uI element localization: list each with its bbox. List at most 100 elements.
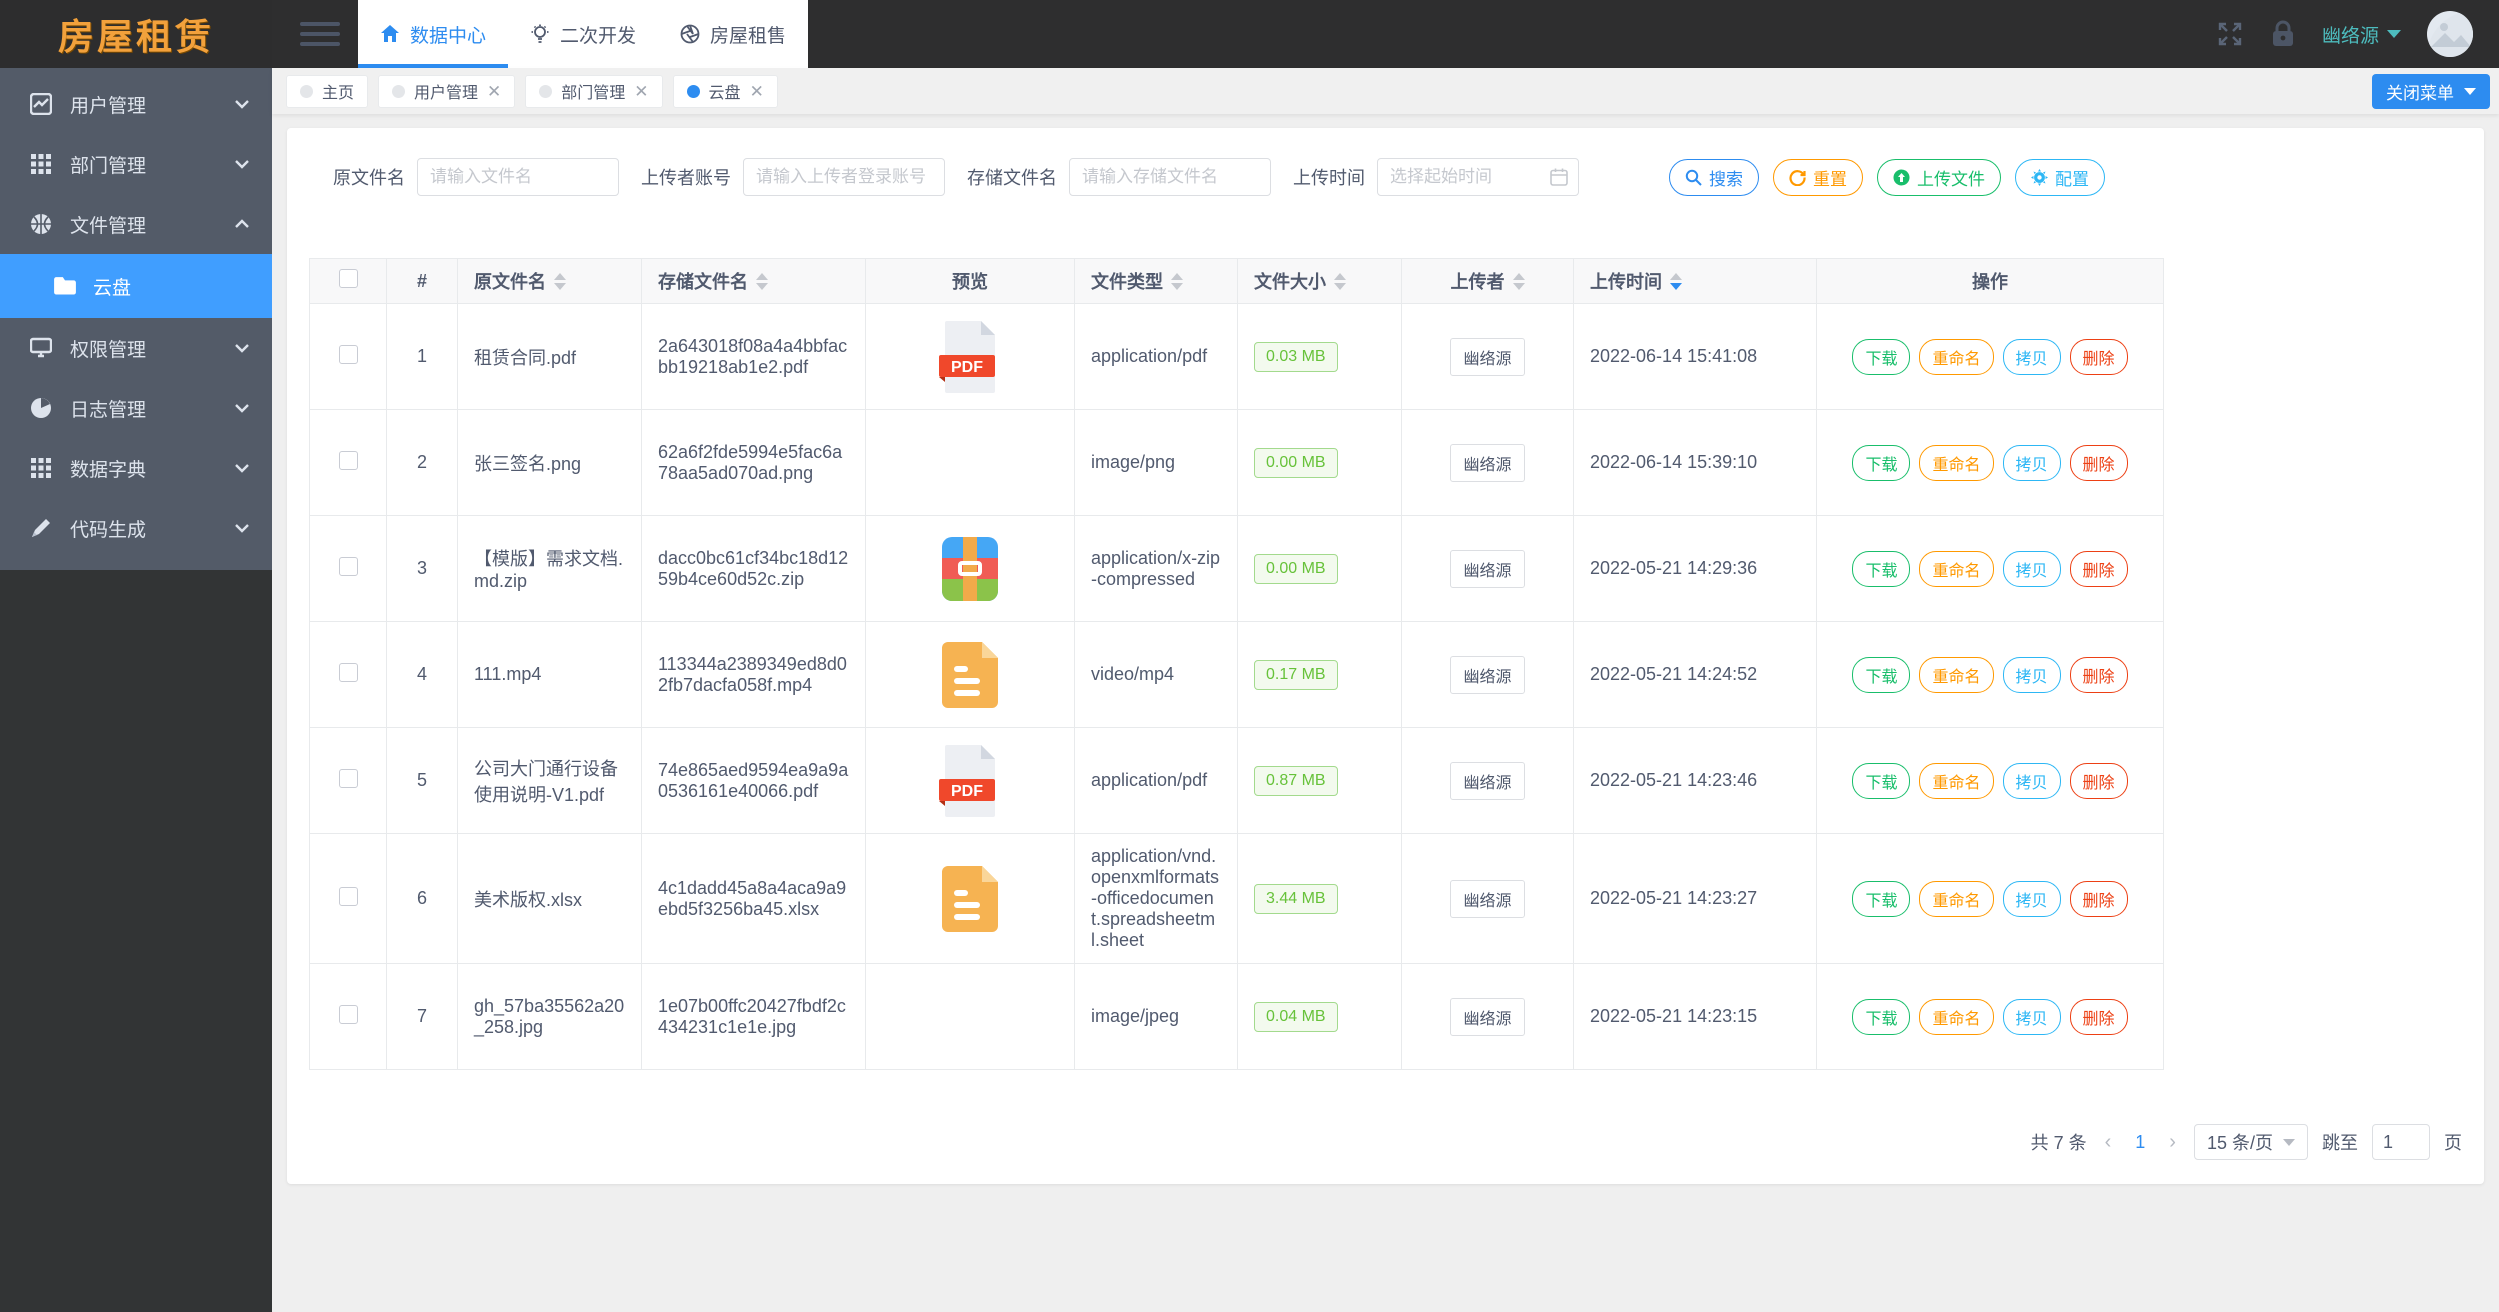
column-header-文件类型[interactable]: 文件类型 [1074, 258, 1238, 304]
sidebar-item-部门管理[interactable]: 部门管理 [0, 134, 272, 194]
page-tab-用户管理[interactable]: 用户管理 ✕ [378, 74, 516, 108]
action-button-下载[interactable]: 下载 [1852, 762, 1911, 799]
close-menu-button[interactable]: 关闭菜单 [2372, 74, 2490, 109]
action-button-删除[interactable]: 删除 [2069, 656, 2128, 693]
sidebar-empty-area [0, 570, 272, 1312]
action-button-重命名[interactable]: 重命名 [1919, 656, 1994, 693]
column-header-label: # [416, 270, 427, 291]
action-button-下载[interactable]: 下载 [1852, 444, 1911, 481]
row-checkbox[interactable] [338, 556, 358, 576]
row-checkbox[interactable] [338, 662, 358, 682]
sidebar-subitem-云盘[interactable]: 云盘 [0, 254, 272, 318]
column-header-label: 操作 [1972, 272, 2008, 292]
prev-page-button[interactable]: ‹ [2101, 1131, 2116, 1154]
lock-icon[interactable] [2270, 20, 2296, 48]
user-menu[interactable]: 幽络源 [2322, 21, 2401, 48]
monitor-icon [28, 335, 54, 361]
column-header-#[interactable]: # [386, 258, 458, 304]
top-nav-tab-数据中心[interactable]: 数据中心 [358, 0, 508, 68]
next-page-button[interactable]: › [2165, 1131, 2180, 1154]
filter-input[interactable] [1069, 158, 1271, 196]
sidebar-item-日志管理[interactable]: 日志管理 [0, 378, 272, 438]
action-button-删除[interactable]: 删除 [2069, 880, 2128, 917]
filter-field-label: 上传时间 [1293, 168, 1365, 188]
sort-carets-icon[interactable] [1670, 272, 1682, 290]
row-index: 4 [386, 621, 458, 728]
action-button-拷贝[interactable]: 拷贝 [2002, 880, 2061, 917]
sidebar-item-权限管理[interactable]: 权限管理 [0, 318, 272, 378]
action-button-删除[interactable]: 删除 [2069, 762, 2128, 799]
column-header-预览[interactable]: 预览 [865, 258, 1075, 304]
action-button-删除[interactable]: 删除 [2069, 444, 2128, 481]
row-checkbox[interactable] [338, 450, 358, 470]
close-tab-icon[interactable]: ✕ [634, 83, 648, 100]
action-button-下载[interactable]: 下载 [1852, 998, 1911, 1035]
top-nav-tab-二次开发[interactable]: 二次开发 [508, 0, 658, 68]
row-checkbox[interactable] [338, 1004, 358, 1024]
sort-carets-icon[interactable] [1334, 272, 1346, 290]
action-button-重命名[interactable]: 重命名 [1919, 338, 1994, 375]
stored-file-name: 113344a2389349ed8d02fb7dacfa058f.mp4 [641, 621, 866, 728]
sort-carets-icon[interactable] [1512, 272, 1525, 290]
action-button-下载[interactable]: 下载 [1852, 550, 1911, 587]
action-button-拷贝[interactable]: 拷贝 [2002, 444, 2061, 481]
action-button-拷贝[interactable]: 拷贝 [2002, 338, 2061, 375]
column-header-上传者[interactable]: 上传者 [1401, 258, 1574, 304]
fullscreen-icon[interactable] [2216, 20, 2244, 48]
row-checkbox[interactable] [338, 768, 358, 788]
stored-file-name: 1e07b00ffc20427fbdf2c434231c1e1e.jpg [641, 963, 866, 1070]
hamburger-menu-icon[interactable] [300, 22, 340, 46]
column-header-原文件名[interactable]: 原文件名 [457, 258, 642, 304]
page-tab-部门管理[interactable]: 部门管理 ✕ [525, 74, 663, 108]
action-button-重命名[interactable]: 重命名 [1919, 762, 1994, 799]
close-tab-icon[interactable]: ✕ [750, 83, 764, 100]
row-checkbox[interactable] [338, 886, 358, 906]
action-button-重命名[interactable]: 重命名 [1919, 550, 1994, 587]
toolbar-button-搜索[interactable]: 搜索 [1669, 158, 1759, 196]
sidebar-item-数据字典[interactable]: 数据字典 [0, 438, 272, 498]
avatar[interactable] [2427, 11, 2473, 57]
toolbar-button-配置[interactable]: 配置 [2015, 158, 2105, 196]
action-button-重命名[interactable]: 重命名 [1919, 880, 1994, 917]
sidebar-item-文件管理[interactable]: 文件管理 [0, 194, 272, 254]
toolbar-button-上传文件[interactable]: 上传文件 [1877, 158, 2001, 196]
sort-carets-icon[interactable] [1171, 272, 1183, 290]
sort-carets-icon[interactable] [756, 272, 768, 290]
filter-input[interactable] [743, 158, 945, 196]
jump-page-input[interactable] [2372, 1124, 2430, 1160]
action-button-拷贝[interactable]: 拷贝 [2002, 762, 2061, 799]
action-button-重命名[interactable]: 重命名 [1919, 998, 1994, 1035]
page-tab-label: 云盘 [708, 85, 741, 102]
column-header-文件大小[interactable]: 文件大小 [1237, 258, 1402, 304]
filter-field-存储文件名: 存储文件名 [967, 158, 1271, 196]
column-header-操作[interactable]: 操作 [1816, 258, 2164, 304]
close-tab-icon[interactable]: ✕ [487, 83, 501, 100]
page-tab-云盘[interactable]: 云盘 ✕ [672, 74, 778, 108]
page-size-select[interactable]: 15 条/页 [2193, 1124, 2308, 1160]
column-header-上传时间[interactable]: 上传时间 [1573, 258, 1817, 304]
sort-carets-icon[interactable] [554, 272, 566, 290]
action-button-删除[interactable]: 删除 [2069, 338, 2128, 375]
action-button-下载[interactable]: 下载 [1852, 338, 1911, 375]
sidebar-item-用户管理[interactable]: 用户管理 [0, 74, 272, 134]
action-button-删除[interactable]: 删除 [2069, 998, 2128, 1035]
action-button-重命名[interactable]: 重命名 [1919, 444, 1994, 481]
page-tab-主页[interactable]: 主页 [286, 74, 369, 108]
sidebar-item-label: 权限管理 [70, 339, 147, 361]
content-area: 原文件名 上传者账号 存储文件名 上传时间 搜索 重置 上传文件 [272, 114, 2499, 1312]
toolbar-button-重置[interactable]: 重置 [1773, 158, 1863, 196]
column-header-存储文件名[interactable]: 存储文件名 [641, 258, 866, 304]
action-button-拷贝[interactable]: 拷贝 [2002, 998, 2061, 1035]
action-button-拷贝[interactable]: 拷贝 [2002, 550, 2061, 587]
current-page[interactable]: 1 [2129, 1132, 2151, 1153]
filter-input[interactable] [417, 158, 619, 196]
action-button-删除[interactable]: 删除 [2069, 550, 2128, 587]
action-button-下载[interactable]: 下载 [1852, 656, 1911, 693]
action-button-下载[interactable]: 下载 [1852, 880, 1911, 917]
sidebar-item-代码生成[interactable]: 代码生成 [0, 498, 272, 558]
top-nav-tab-房屋租售[interactable]: 房屋租售 [658, 0, 808, 68]
row-checkbox[interactable] [338, 344, 358, 364]
select-all-checkbox[interactable] [338, 269, 358, 288]
row-index: 7 [386, 963, 458, 1070]
action-button-拷贝[interactable]: 拷贝 [2002, 656, 2061, 693]
